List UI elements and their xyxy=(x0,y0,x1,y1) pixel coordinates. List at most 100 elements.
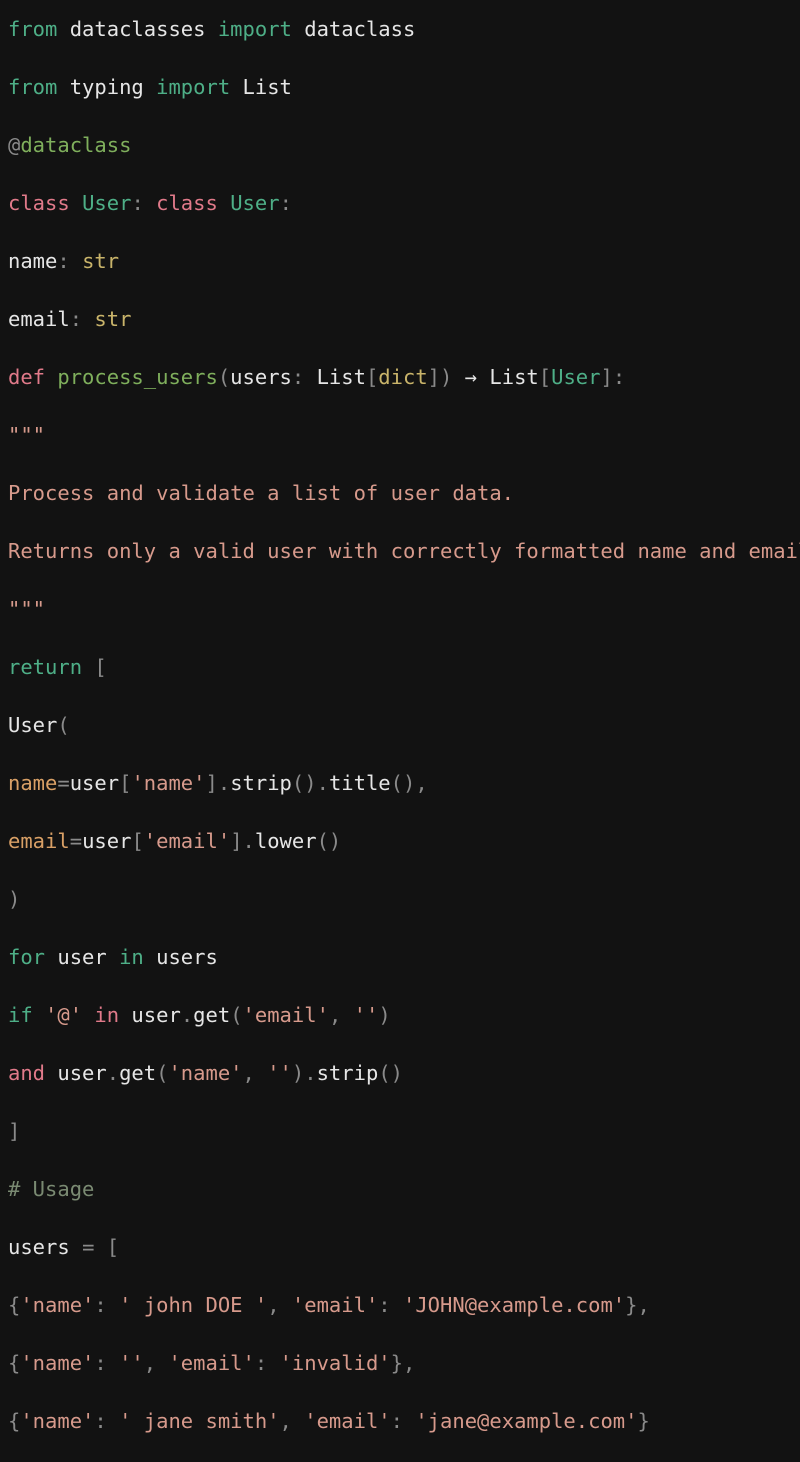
code-token: ] xyxy=(230,829,243,853)
code-token: '@' xyxy=(45,1003,83,1027)
code-token: [ xyxy=(94,655,107,679)
code-token: , xyxy=(637,1293,650,1317)
code-token: , xyxy=(403,1351,416,1375)
code-token: } xyxy=(637,1409,650,1433)
code-token: 'name' xyxy=(131,771,206,795)
code-token: def xyxy=(8,365,46,389)
code-token: 'email' xyxy=(143,829,231,853)
code-token: , xyxy=(267,1293,292,1317)
code-line: from dataclasses import dataclass xyxy=(0,0,800,58)
code-line: return [ xyxy=(0,638,800,696)
code-token: 'name' xyxy=(20,1351,95,1375)
code-token: """ xyxy=(8,597,46,621)
code-line: Process and validate a list of user data… xyxy=(0,464,800,522)
code-token: , xyxy=(279,1409,305,1433)
code-line: def process_users(users: List[dict]) → L… xyxy=(0,348,800,406)
code-line: name: str xyxy=(0,232,800,290)
code-token: str xyxy=(94,307,132,331)
code-token: # Usage xyxy=(8,1177,95,1201)
code-token: List xyxy=(230,75,292,99)
code-line: for user in users xyxy=(0,928,800,986)
code-token: typing xyxy=(57,75,157,99)
code-token: '' xyxy=(119,1351,144,1375)
code-token: in xyxy=(119,945,144,969)
code-token: () xyxy=(291,771,317,795)
code-token: email xyxy=(8,307,70,331)
code-token: List xyxy=(316,365,366,389)
code-token: 'name' xyxy=(20,1409,95,1433)
code-token: [ xyxy=(119,771,132,795)
code-token: ( xyxy=(217,365,231,389)
code-token: 'JOHN@example.com' xyxy=(402,1293,626,1317)
code-line: users = [ xyxy=(0,1218,800,1276)
code-token: @ xyxy=(8,133,21,157)
code-line: ] xyxy=(0,1102,800,1160)
code-line: {'name': ' jane smith', 'email': 'jane@e… xyxy=(0,1392,800,1450)
code-line: name=user['name'].strip().title(), xyxy=(0,754,800,812)
code-token: 'email' xyxy=(304,1409,391,1433)
code-token: '' xyxy=(267,1061,292,1085)
code-token: : xyxy=(254,1351,280,1375)
code-token: : xyxy=(94,1409,120,1433)
code-token: 'jane@example.com' xyxy=(415,1409,638,1433)
code-token: process_users xyxy=(57,365,218,389)
code-token: dataclass xyxy=(291,17,416,41)
code-token: : xyxy=(94,1351,120,1375)
code-token: ] xyxy=(8,1119,21,1143)
code-line: email: str xyxy=(0,290,800,348)
code-token: dataclasses xyxy=(57,17,218,41)
code-token: { xyxy=(8,1409,21,1433)
code-token: : xyxy=(390,1409,416,1433)
code-token: 'email' xyxy=(242,1003,329,1027)
code-token: , xyxy=(143,1351,169,1375)
code-line: class User: class User: xyxy=(0,174,800,232)
code-token: = xyxy=(69,829,83,853)
code-token: [ xyxy=(538,365,552,389)
code-token: title xyxy=(328,771,391,795)
code-token: email xyxy=(8,829,70,853)
code-token: User xyxy=(8,713,58,737)
code-token: = xyxy=(82,1235,95,1259)
code-token: name xyxy=(8,771,58,795)
code-token: . xyxy=(217,771,231,795)
code-token: dict xyxy=(378,365,428,389)
code-token: lower xyxy=(254,829,317,853)
code-line: Returns only a valid user with correctly… xyxy=(0,522,800,580)
code-token: class xyxy=(8,191,70,215)
code-token: : xyxy=(94,1293,120,1317)
code-token: get xyxy=(193,1003,231,1027)
code-token: → xyxy=(452,365,490,389)
code-token: { xyxy=(8,1351,21,1375)
code-token: [ xyxy=(131,829,144,853)
code-token: user xyxy=(82,829,132,853)
code-token: name xyxy=(8,249,58,273)
code-token: get xyxy=(119,1061,157,1085)
code-token: } xyxy=(390,1351,403,1375)
code-token: user xyxy=(45,945,120,969)
code-token: dataclass xyxy=(20,133,132,157)
code-token: Process and validate a list of user data… xyxy=(8,481,515,505)
code-token: ) xyxy=(378,1003,391,1027)
code-token: users xyxy=(230,365,292,389)
code-token: ] xyxy=(205,771,218,795)
code-token: ( xyxy=(57,713,70,737)
code-token: , xyxy=(242,1061,268,1085)
code-token: . xyxy=(242,829,255,853)
code-token: . xyxy=(304,1061,317,1085)
code-block[interactable]: from dataclasses import dataclass from ty… xyxy=(0,0,800,1462)
code-token: '' xyxy=(353,1003,379,1027)
code-token: ( xyxy=(156,1061,169,1085)
code-token: 'name' xyxy=(168,1061,243,1085)
code-token: [ xyxy=(106,1235,120,1259)
code-token: : xyxy=(57,249,83,273)
code-token: strip xyxy=(316,1061,379,1085)
code-line: and user.get('name', '').strip() xyxy=(0,1044,800,1102)
code-token: """ xyxy=(8,423,46,447)
code-token: ( xyxy=(230,1003,243,1027)
code-token: users xyxy=(143,945,218,969)
code-line: {'name': ' john DOE ', 'email': 'JOHN@ex… xyxy=(0,1276,800,1334)
